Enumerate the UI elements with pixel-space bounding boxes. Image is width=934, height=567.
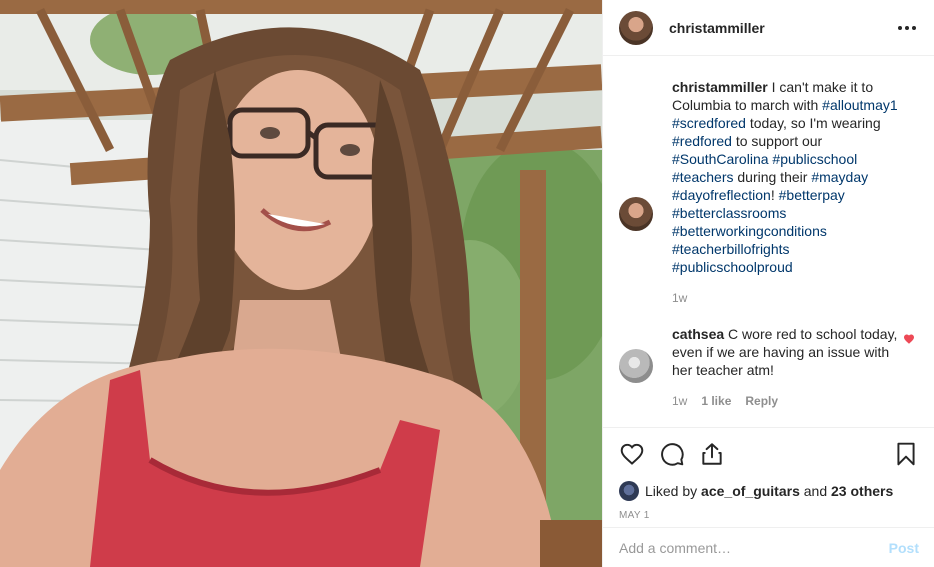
- hashtag-link[interactable]: #teachers: [672, 169, 733, 185]
- hashtag-link[interactable]: #publicschool: [772, 151, 857, 167]
- caption-text-segment: today, so I'm wearing: [745, 115, 881, 131]
- caption-username[interactable]: christammiller: [672, 79, 768, 95]
- caption-age[interactable]: 1w: [672, 291, 687, 305]
- hashtag-link[interactable]: #SouthCarolina: [672, 151, 769, 167]
- hashtag-link[interactable]: #betterworkingconditions: [672, 223, 827, 239]
- liker-username[interactable]: ace_of_guitars: [701, 483, 800, 499]
- caption-author-avatar[interactable]: [619, 197, 653, 231]
- hashtag-link[interactable]: #dayofreflection: [672, 187, 771, 203]
- hashtag-link[interactable]: #mayday: [811, 169, 868, 185]
- caption-comment: christammiller I can't make it to Columb…: [603, 78, 934, 305]
- save-bookmark-icon[interactable]: [893, 441, 919, 467]
- share-icon[interactable]: [699, 441, 725, 467]
- hashtag-link[interactable]: #betterpay: [779, 187, 845, 203]
- post-side-panel: christammiller christammiller I can't ma…: [602, 0, 934, 567]
- comment-age[interactable]: 1w: [672, 394, 687, 408]
- caption-body: I can't make it to Columbia to march wit…: [672, 79, 898, 275]
- add-comment-input[interactable]: [619, 539, 889, 556]
- hashtag-link[interactable]: #scredfored: [672, 115, 746, 131]
- post-photo[interactable]: [0, 0, 602, 567]
- likes-summary: Liked by ace_of_guitars and 23 others: [619, 481, 919, 501]
- hashtag-link[interactable]: #publicschoolproud: [672, 259, 793, 275]
- commenter-avatar[interactable]: [619, 349, 653, 383]
- caption-meta: 1w: [672, 291, 905, 305]
- photo-illustration: [0, 0, 602, 567]
- caption-text-segment: !: [770, 187, 779, 203]
- caption-text: christammiller I can't make it to Columb…: [672, 78, 905, 276]
- comment-liked-heart-icon[interactable]: [903, 333, 915, 345]
- more-options-icon[interactable]: [895, 16, 919, 40]
- hashtag-link[interactable]: #teacherbillofrights: [672, 241, 790, 257]
- likes-and: and: [803, 483, 828, 499]
- post-actions: Liked by ace_of_guitars and 23 others MA…: [603, 427, 934, 527]
- author-avatar[interactable]: [619, 10, 653, 45]
- add-comment-bar: Post: [603, 527, 934, 567]
- comment-bubble-icon[interactable]: [659, 441, 685, 467]
- post-date[interactable]: MAY 1: [619, 510, 919, 521]
- comment-item: cathsea C wore red to school today, even…: [603, 325, 934, 408]
- hashtag-link[interactable]: #betterclassrooms: [672, 205, 786, 221]
- hashtag-link[interactable]: #alloutmay1: [822, 97, 898, 113]
- post-comment-button[interactable]: Post: [889, 540, 919, 556]
- liker-avatar[interactable]: [619, 481, 639, 501]
- hashtag-link[interactable]: #redfored: [672, 133, 732, 149]
- comment-meta: 1w 1 like Reply: [672, 394, 905, 408]
- author-username[interactable]: christammiller: [669, 20, 765, 36]
- likes-prefix: Liked by: [645, 483, 698, 499]
- comment-like-count[interactable]: 1 like: [701, 394, 731, 408]
- likes-others-link[interactable]: 23 others: [831, 483, 893, 499]
- commenter-username[interactable]: cathsea: [672, 326, 724, 342]
- action-icons: [619, 440, 919, 468]
- caption-text-segment: during their: [733, 169, 812, 185]
- reply-button[interactable]: Reply: [745, 394, 778, 408]
- post-header: christammiller: [603, 0, 934, 56]
- comments-list[interactable]: christammiller I can't make it to Columb…: [603, 56, 934, 427]
- caption-text-segment: to support our: [731, 133, 823, 149]
- comment-text: cathsea C wore red to school today, even…: [672, 325, 905, 379]
- like-heart-icon[interactable]: [619, 441, 645, 467]
